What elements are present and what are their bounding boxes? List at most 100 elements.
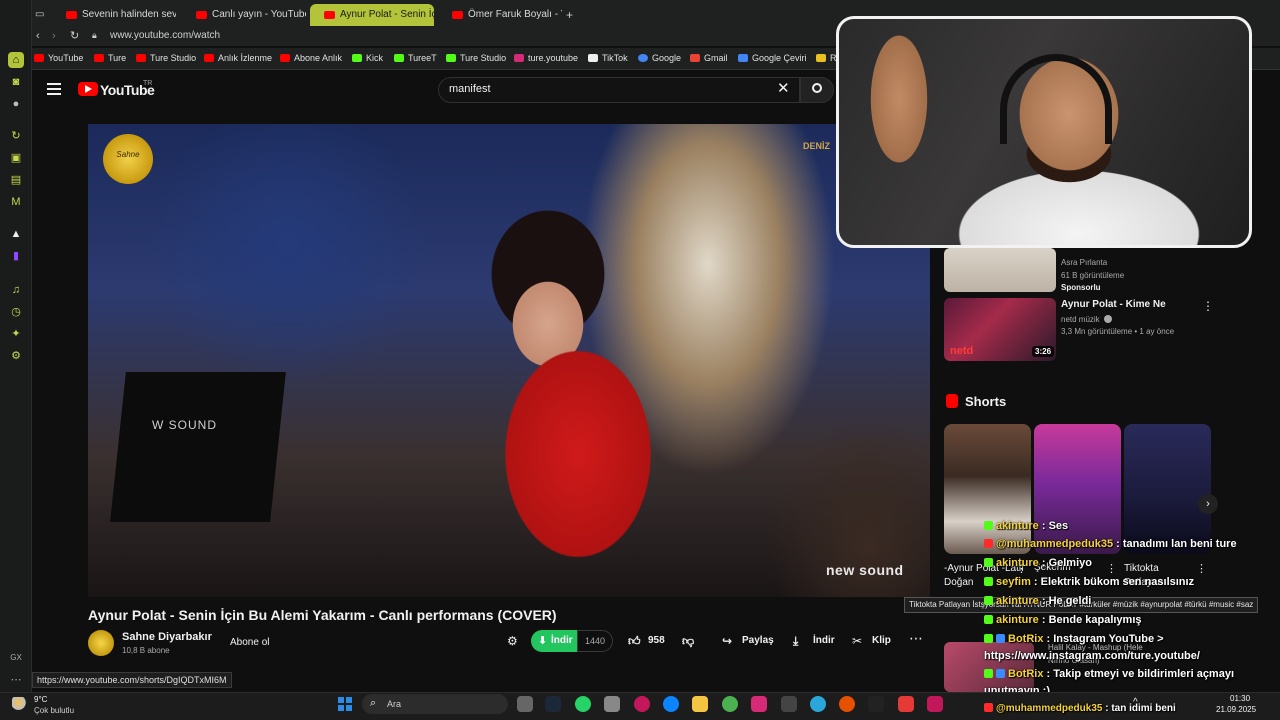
short-thumbnail[interactable]: [1034, 424, 1121, 554]
tab-canli-yayin[interactable]: Canlı yayın - YouTube Stu: [182, 4, 306, 26]
weather-cloud-icon[interactable]: [12, 697, 28, 711]
bookmark-ture-youtube[interactable]: ture.youtube: [514, 53, 578, 63]
search-input[interactable]: [438, 77, 800, 103]
chat-user: BotRix: [1008, 668, 1044, 680]
music-icon[interactable]: ♫: [8, 282, 24, 298]
news-icon[interactable]: ▤: [8, 172, 24, 188]
url-field[interactable]: www.youtube.com/watch: [110, 30, 220, 41]
clip-button[interactable]: ✂ Klip: [852, 630, 891, 652]
new-tab-icon[interactable]: +: [566, 8, 573, 22]
bookmark-ture-studio[interactable]: Ture Studio: [136, 53, 196, 63]
app-icon[interactable]: [810, 696, 826, 712]
tab-omer-faruk[interactable]: Ömer Faruk Boyalı - YouT: [438, 4, 562, 26]
tab-overview-icon[interactable]: ▭: [35, 9, 44, 20]
instagram-icon[interactable]: [751, 696, 767, 712]
more-icon[interactable]: ⋯: [8, 672, 24, 688]
youtube-logo-icon[interactable]: [78, 82, 98, 96]
clear-search-icon[interactable]: ✕: [777, 81, 790, 97]
short-menu-icon[interactable]: ⋮: [1106, 562, 1117, 575]
arrow-icon[interactable]: ▲: [8, 226, 24, 242]
settings-gear-icon[interactable]: ⚙: [8, 348, 24, 364]
bookmark-kick[interactable]: Kick: [352, 53, 383, 63]
chat-message: https://www.instagram.com/ture.youtube/: [984, 650, 1200, 662]
extension-icon[interactable]: ⚙: [507, 634, 523, 650]
refresh-icon[interactable]: ↻: [8, 128, 24, 144]
short-thumbnail[interactable]: [1124, 424, 1211, 554]
app-icon[interactable]: [898, 696, 914, 712]
taskbar-search-input[interactable]: [362, 694, 508, 714]
download-button[interactable]: ⤓ İndir: [793, 630, 835, 652]
twitch-icon[interactable]: ▮: [8, 248, 24, 264]
store-icon[interactable]: [604, 696, 620, 712]
bookmark-ture[interactable]: Ture: [94, 53, 126, 63]
edge-icon[interactable]: [663, 696, 679, 712]
home-icon[interactable]: ⌂: [8, 52, 24, 68]
bookmark-r[interactable]: R: [816, 53, 837, 63]
reload-icon[interactable]: ↻: [70, 29, 79, 42]
tab-aynur-polat[interactable]: Aynur Polat - Senin İç: [310, 4, 434, 26]
search-icon: [812, 83, 822, 93]
file-explorer-icon[interactable]: [692, 696, 708, 712]
app-icon[interactable]: [927, 696, 943, 712]
recommendation-channel[interactable]: netd müzik: [1061, 315, 1100, 324]
tab-label: Sevenin halinden sevenler: [82, 9, 176, 20]
epic-games-icon[interactable]: [868, 696, 884, 712]
chrome-icon[interactable]: [722, 696, 738, 712]
tab-sevenin[interactable]: Sevenin halinden sevenler: [52, 4, 176, 26]
recommendation-thumbnail[interactable]: [944, 248, 1056, 292]
weather-temperature[interactable]: 9°C: [34, 695, 47, 704]
bookmark-tureet[interactable]: TureeT: [394, 53, 437, 63]
bag-icon[interactable]: ▣: [8, 150, 24, 166]
channel-name[interactable]: Sahne Diyarbakır: [122, 631, 212, 643]
bookmark-label: Google Çeviri: [752, 53, 807, 63]
m-icon[interactable]: M: [8, 194, 24, 210]
recommendation-title[interactable]: Aynur Polat - Kime Ne: [1061, 299, 1166, 310]
bookmark-abone-anlik[interactable]: Abone Anlık: [280, 53, 342, 63]
short-thumbnail[interactable]: [944, 424, 1031, 554]
search-button[interactable]: [800, 77, 834, 103]
chat-user: seyfim: [996, 576, 1031, 588]
app-icon[interactable]: [781, 696, 797, 712]
steam-icon[interactable]: [545, 696, 561, 712]
bookmark-anlik-izlenme[interactable]: Anlık İzlenme: [204, 53, 272, 63]
clock-icon[interactable]: ◷: [8, 304, 24, 320]
clock-date[interactable]: 21.09.2025: [1216, 705, 1256, 714]
clock-time[interactable]: 01:30: [1230, 694, 1250, 703]
recommendation-menu-icon[interactable]: ⋮: [1202, 299, 1214, 313]
taskbar-search-placeholder[interactable]: Ara: [387, 699, 401, 709]
whatsapp-icon[interactable]: [575, 696, 591, 712]
dislike-button[interactable]: 👎︎: [682, 630, 694, 652]
instagram-icon: [514, 54, 524, 62]
task-view-icon[interactable]: [517, 696, 533, 712]
puzzle-icon[interactable]: ✦: [8, 326, 24, 342]
bookmark-label: ture.youtube: [528, 53, 579, 63]
shorts-next-icon[interactable]: ›: [1198, 494, 1218, 514]
record-icon[interactable]: ●: [8, 96, 24, 112]
short-menu-icon[interactable]: ⋮: [1196, 562, 1207, 575]
menu-icon[interactable]: [47, 83, 61, 95]
bookmark-tiktok[interactable]: TikTok: [588, 53, 628, 63]
windows-start-icon[interactable]: [338, 697, 352, 711]
more-actions-icon[interactable]: ⋯: [909, 630, 923, 647]
bookmark-google[interactable]: Google: [638, 53, 681, 63]
forward-icon[interactable]: ›: [52, 30, 56, 42]
gamepad-icon[interactable]: ◙: [8, 74, 24, 90]
extension-download-label: İndir: [551, 635, 573, 646]
bookmark-youtube[interactable]: YouTube: [34, 53, 83, 63]
app-icon[interactable]: [839, 696, 855, 712]
channel-avatar[interactable]: [88, 630, 114, 656]
bookmark-gmail[interactable]: Gmail: [690, 53, 728, 63]
weather-description[interactable]: Çok bulutlu: [34, 706, 74, 715]
bookmark-google-ceviri[interactable]: Google Çeviri: [738, 53, 807, 63]
like-button[interactable]: 👍︎ 958: [628, 630, 665, 652]
search-value[interactable]: manifest: [449, 83, 491, 95]
tray-chevron-icon[interactable]: ^: [1133, 697, 1138, 708]
back-icon[interactable]: ‹: [36, 30, 40, 42]
share-button[interactable]: ↪ Paylaş: [722, 630, 774, 652]
video-player[interactable]: [88, 124, 930, 597]
bookmark-ture-studio-kick[interactable]: Ture Studio: [446, 53, 506, 63]
chat-user: akinture: [996, 520, 1039, 532]
opera-gx-icon[interactable]: [634, 696, 650, 712]
subscribe-button[interactable]: Abone ol: [222, 632, 278, 654]
extension-download-button[interactable]: ⬇ İndir: [531, 630, 577, 652]
